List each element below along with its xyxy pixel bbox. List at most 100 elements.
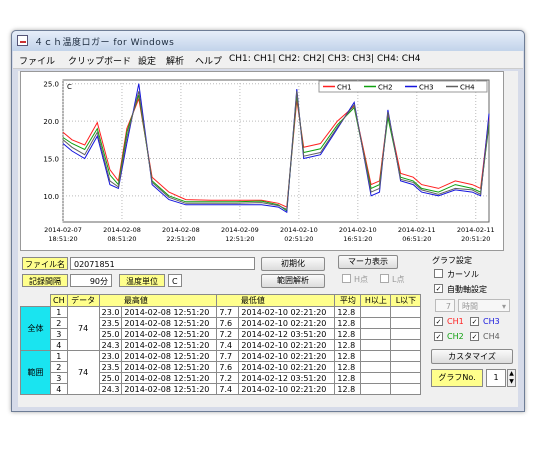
ch3-label: CH3: [483, 317, 500, 326]
legend-label: CH1: [337, 84, 352, 92]
ch4-label: CH4: [483, 332, 500, 341]
app-window: ４ｃｈ温度ロガー for Windows ファイル クリップボード 設定 解析 …: [11, 30, 525, 412]
header-avg: 平均: [334, 294, 362, 307]
cell-max-time: 2014-02-08 12:51:20: [121, 372, 218, 384]
cell-above: [360, 361, 392, 373]
legend-label: CH4: [460, 84, 475, 92]
graph-settings-title: グラフ設定: [432, 256, 472, 265]
cell-max: 23.0: [98, 350, 123, 362]
range-analysis-button[interactable]: 範囲解析: [261, 274, 325, 288]
graph-no-spinner[interactable]: ▲ ▼: [507, 369, 516, 387]
title-bar[interactable]: ４ｃｈ温度ロガー for Windows: [12, 31, 524, 51]
ch4-checkbox[interactable]: ✓: [470, 332, 479, 341]
ch2-checkbox[interactable]: ✓: [434, 332, 443, 341]
interval-label: 記録間隔: [22, 274, 68, 287]
menu-channels[interactable]: CH1: CH1| CH2: CH2| CH3: CH3| CH4: CH4: [229, 54, 420, 64]
hours-unit-select[interactable]: 時間 ▾: [458, 299, 510, 312]
cell-max-time: 2014-02-08 12:51:20: [121, 328, 218, 340]
x-tick-date: 2014-02-10: [280, 226, 318, 234]
cell-max: 23.0: [98, 306, 123, 318]
cell-min: 7.4: [216, 339, 240, 351]
cell-avg: 12.8: [334, 317, 362, 329]
header-min: 最低値: [238, 294, 336, 307]
customize-button[interactable]: カスタマイズ: [431, 349, 513, 364]
cell-above: [360, 306, 392, 318]
y-tick-label: 10.0: [43, 193, 59, 201]
cell-below: [390, 383, 422, 395]
unit-value: C: [168, 274, 182, 287]
cursor-checkbox[interactable]: [434, 269, 443, 278]
group-label: 範囲: [20, 350, 51, 395]
cell-ch: 2: [50, 317, 68, 329]
cell-max: 25.0: [98, 372, 123, 384]
app-icon: [17, 35, 28, 46]
cell-avg: 12.8: [334, 372, 362, 384]
cell-avg: 12.8: [334, 339, 362, 351]
cell-data-count: 74: [66, 350, 100, 395]
cell-above: [360, 339, 392, 351]
x-tick-date: 2014-02-08: [162, 226, 200, 234]
ch2-label: CH2: [447, 332, 464, 341]
hours-input[interactable]: 7: [435, 299, 455, 312]
cell-avg: 12.8: [334, 306, 362, 318]
cell-avg: 12.8: [334, 383, 362, 395]
y-tick-label: 15.0: [43, 155, 59, 163]
init-button[interactable]: 初期化: [261, 257, 325, 271]
header-max-value: [98, 294, 122, 307]
graph-no-button[interactable]: グラフNo.: [431, 369, 483, 387]
cell-min-time: 2014-02-12 03:51:20: [238, 328, 336, 340]
cell-above: [360, 350, 392, 362]
cell-ch: 3: [50, 328, 68, 340]
y-tick-label: 25.0: [43, 81, 59, 89]
l-point-checkbox[interactable]: [380, 274, 389, 283]
ch1-checkbox[interactable]: ✓: [434, 317, 443, 326]
menu-settings[interactable]: 設定: [138, 54, 156, 67]
x-tick-time: 18:51:20: [48, 235, 77, 243]
h-point-checkbox[interactable]: [342, 274, 351, 283]
cell-min-time: 2014-02-10 02:21:20: [238, 339, 336, 351]
cell-above: [360, 328, 392, 340]
menu-analysis[interactable]: 解析: [166, 54, 184, 67]
file-name-label: ファイル名: [22, 257, 68, 270]
cell-max-time: 2014-02-08 12:51:20: [121, 317, 218, 329]
menu-help[interactable]: ヘルプ: [195, 54, 222, 67]
cell-max: 23.5: [98, 361, 123, 373]
menu-file[interactable]: ファイル: [19, 54, 55, 67]
temperature-chart: 25.0 20.0 15.0 10.0 C 2014-02-0718:51:20 2014-…: [43, 79, 495, 243]
cell-below: [390, 339, 422, 351]
cell-max: 23.5: [98, 317, 123, 329]
header-max: 最高値: [121, 294, 218, 307]
y-axis-label: C: [67, 83, 72, 91]
x-tick-time: 08:51:20: [107, 235, 136, 243]
cell-min: 7.4: [216, 383, 240, 395]
interval-value: 90分: [70, 274, 112, 287]
cell-below: [390, 372, 422, 384]
cell-above: [360, 383, 392, 395]
marker-button[interactable]: マーカ表示: [338, 255, 398, 269]
cell-below: [390, 350, 422, 362]
plot-area: [62, 79, 490, 223]
cell-below: [390, 317, 422, 329]
header-data: データ: [66, 294, 100, 307]
h-point-label: H点: [354, 275, 369, 284]
header-below: L以下: [390, 294, 422, 307]
group-label: 全体: [20, 306, 51, 351]
cell-min: 7.6: [216, 317, 240, 329]
cell-min-time: 2014-02-10 02:21:20: [238, 383, 336, 395]
cell-min: 7.6: [216, 361, 240, 373]
x-tick-time: 22:51:20: [166, 235, 195, 243]
cell-max-time: 2014-02-08 12:51:20: [121, 306, 218, 318]
graph-no-input[interactable]: 1: [486, 369, 506, 387]
ch3-checkbox[interactable]: ✓: [470, 317, 479, 326]
cell-min-time: 2014-02-10 02:21:20: [238, 350, 336, 362]
cell-above: [360, 372, 392, 384]
menu-clipboard[interactable]: クリップボード: [68, 54, 131, 67]
cell-ch: 1: [50, 306, 68, 318]
cell-min-time: 2014-02-10 02:21:20: [238, 361, 336, 373]
l-point-label: L点: [392, 275, 405, 284]
ch1-label: CH1: [447, 317, 464, 326]
menu-bar: ファイル クリップボード 設定 解析 ヘルプ CH1: CH1| CH2: CH…: [13, 51, 523, 69]
x-tick-time: 06:51:20: [402, 235, 431, 243]
auto-scale-checkbox[interactable]: ✓: [434, 284, 443, 293]
header-above: H以上: [360, 294, 392, 307]
